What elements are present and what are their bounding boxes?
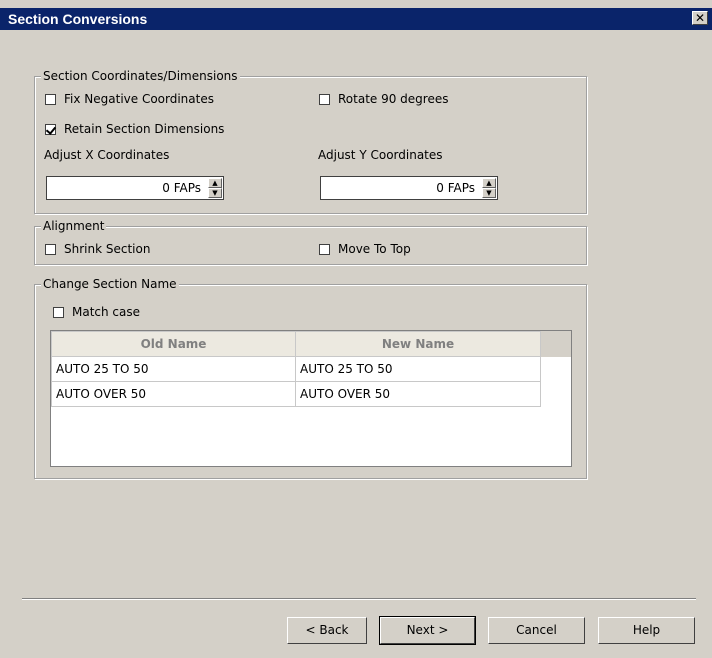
old-name-cell[interactable]: AUTO 25 TO 50 bbox=[51, 356, 296, 382]
checkbox-box[interactable] bbox=[319, 93, 330, 105]
checkbox-box[interactable] bbox=[319, 243, 330, 255]
window-title: Section Conversions bbox=[8, 11, 148, 27]
grid-header-filler bbox=[538, 331, 571, 357]
title-bar: Section Conversions ✕ bbox=[0, 0, 712, 36]
checkbox-label: Move To Top bbox=[338, 242, 411, 256]
spin-up-icon[interactable]: ▲ bbox=[482, 178, 496, 188]
old-name-cell[interactable]: AUTO OVER 50 bbox=[51, 381, 296, 407]
spinner-value: 0 FAPs bbox=[436, 181, 475, 195]
spin-down-icon[interactable]: ▼ bbox=[208, 188, 222, 198]
checkbox-label: Rotate 90 degrees bbox=[338, 92, 449, 106]
adjust-x-label: Adjust X Coordinates bbox=[44, 148, 170, 162]
fix-negative-coordinates-checkbox[interactable]: Fix Negative Coordinates bbox=[45, 92, 214, 106]
checkbox-label: Fix Negative Coordinates bbox=[64, 92, 214, 106]
column-header-old-name[interactable]: Old Name bbox=[51, 331, 296, 357]
close-icon: ✕ bbox=[694, 11, 706, 25]
checkbox-label: Shrink Section bbox=[64, 242, 151, 256]
next-button[interactable]: Next > bbox=[379, 616, 476, 645]
match-case-checkbox[interactable]: Match case bbox=[53, 305, 140, 319]
table-row[interactable]: AUTO OVER 50 AUTO OVER 50 bbox=[51, 381, 541, 407]
rotate-90-checkbox[interactable]: Rotate 90 degrees bbox=[319, 92, 449, 106]
adjust-y-spinner[interactable]: 0 FAPs ▲ ▼ bbox=[320, 176, 498, 200]
move-to-top-checkbox[interactable]: Move To Top bbox=[319, 242, 411, 256]
shrink-section-checkbox[interactable]: Shrink Section bbox=[45, 242, 150, 256]
retain-section-dimensions-checkbox[interactable]: Retain Section Dimensions bbox=[45, 122, 224, 136]
table-row[interactable]: AUTO 25 TO 50 AUTO 25 TO 50 bbox=[51, 356, 541, 382]
spinner-value: 0 FAPs bbox=[162, 181, 201, 195]
adjust-y-label: Adjust Y Coordinates bbox=[318, 148, 443, 162]
name-table: Old Name New Name AUTO 25 TO 50 AUTO 25 … bbox=[51, 331, 541, 407]
checkbox-box[interactable] bbox=[53, 306, 64, 318]
group-legend: Section Coordinates/Dimensions bbox=[41, 69, 240, 83]
checkbox-box[interactable] bbox=[45, 93, 56, 105]
new-name-cell[interactable]: AUTO 25 TO 50 bbox=[295, 356, 541, 382]
new-name-cell[interactable]: AUTO OVER 50 bbox=[295, 381, 541, 407]
adjust-x-spinner[interactable]: 0 FAPs ▲ ▼ bbox=[46, 176, 224, 200]
button-separator bbox=[22, 598, 696, 600]
column-header-new-name[interactable]: New Name bbox=[295, 331, 541, 357]
checkbox-box-checked[interactable] bbox=[45, 123, 56, 135]
section-name-grid[interactable]: Old Name New Name AUTO 25 TO 50 AUTO 25 … bbox=[50, 330, 572, 467]
help-button[interactable]: Help bbox=[598, 617, 695, 644]
spin-up-icon[interactable]: ▲ bbox=[208, 178, 222, 188]
cancel-button[interactable]: Cancel bbox=[488, 617, 585, 644]
checkbox-label: Retain Section Dimensions bbox=[64, 122, 225, 136]
table-header-row: Old Name New Name bbox=[51, 331, 541, 357]
spin-down-icon[interactable]: ▼ bbox=[482, 188, 496, 198]
group-legend: Alignment bbox=[41, 219, 107, 233]
close-button[interactable]: ✕ bbox=[692, 11, 708, 25]
checkbox-box[interactable] bbox=[45, 243, 56, 255]
group-legend: Change Section Name bbox=[41, 277, 179, 291]
checkbox-label: Match case bbox=[72, 305, 141, 319]
back-button[interactable]: < Back bbox=[287, 617, 367, 644]
